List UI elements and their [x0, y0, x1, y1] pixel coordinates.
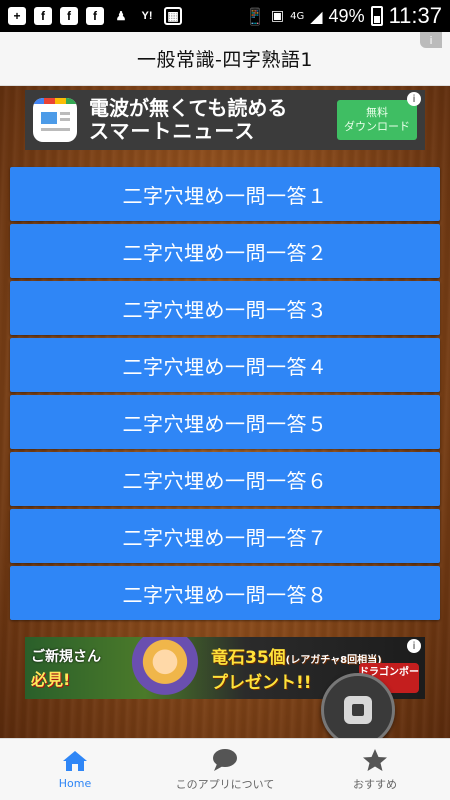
battery-percent: 49%	[328, 5, 365, 26]
facebook-icon: f	[34, 7, 52, 25]
network-type: 4G	[290, 10, 305, 22]
ad-character-image	[125, 637, 205, 699]
nav-recommend-label: おすすめ	[353, 777, 397, 791]
ad-info-icon[interactable]: i	[407, 92, 421, 106]
quiz-button-7[interactable]: 二字穴埋め一問一答７	[10, 509, 440, 563]
quiz-button-2[interactable]: 二字穴埋め一問一答２	[10, 224, 440, 278]
ad-tag-new-user: ご新規さん	[31, 649, 101, 665]
quiz-button-4[interactable]: 二字穴埋め一問一答４	[10, 338, 440, 392]
nav-home-label: Home	[58, 777, 92, 790]
yahoo-icon: Y!	[141, 10, 153, 22]
ad-reward: 竜石35個	[211, 648, 286, 668]
quiz-button-6[interactable]: 二字穴埋め一問一答６	[10, 452, 440, 506]
nav-home[interactable]: Home	[0, 739, 150, 800]
ad-tag-must-see: 必見!	[31, 670, 71, 689]
ad-cta-line1: 無料	[366, 105, 388, 119]
calculator-icon: ▦	[164, 7, 182, 25]
ad-promo-tag: ご新規さん 必見!	[25, 637, 125, 699]
battery-icon	[370, 6, 383, 26]
quiz-button-8[interactable]: 二字穴埋め一問一答８	[10, 566, 440, 620]
quiz-button-5[interactable]: 二字穴埋め一問一答５	[10, 395, 440, 449]
page-title: 一般常識-四字熟語1	[137, 49, 313, 71]
info-icon[interactable]: i	[420, 32, 442, 48]
facebook-icon: f	[86, 7, 104, 25]
vibrate-icon: 📱	[244, 6, 265, 26]
star-icon	[362, 748, 388, 772]
stop-icon	[344, 696, 372, 724]
title-bar: 一般常識-四字熟語1 i	[0, 32, 450, 86]
clock: 11:37	[388, 3, 442, 28]
ad-banner-top[interactable]: 電波が無くても読める スマートニュース 無料 ダウンロード i	[25, 90, 425, 150]
ad-app-name: スマートニュース	[89, 119, 256, 143]
photo-icon: ▣	[270, 8, 285, 24]
ad-text: 電波が無くても読める スマートニュース	[89, 97, 287, 143]
quiz-button-1[interactable]: 二字穴埋め一問一答１	[10, 167, 440, 221]
ad-headline: 電波が無くても読める	[89, 96, 288, 120]
status-bar: + f f f ♟ Y! ▦ 📱 ▣ 4G ◢ 49% 11:37	[0, 0, 450, 32]
bottom-nav: Home このアプリについて おすすめ	[0, 738, 450, 800]
home-icon	[62, 749, 88, 773]
nav-about-label: このアプリについて	[175, 777, 275, 791]
nav-about[interactable]: このアプリについて	[150, 739, 300, 800]
chat-bubble-icon	[211, 748, 239, 772]
quiz-button-3[interactable]: 二字穴埋め一問一答３	[10, 281, 440, 335]
ad-cta-line2: ダウンロード	[344, 120, 410, 133]
smartnews-app-icon	[33, 98, 77, 142]
floating-stop-button[interactable]	[321, 673, 395, 747]
system-indicators: 📱 ▣ 4G ◢ 49% 11:37	[245, 3, 442, 29]
ad-info-icon[interactable]: i	[407, 639, 421, 653]
signal-icon: ◢	[310, 6, 323, 26]
plus-icon: +	[8, 7, 26, 25]
person-icon: ♟	[115, 9, 127, 23]
ad-download-button[interactable]: 無料 ダウンロード	[337, 100, 417, 140]
facebook-icon: f	[60, 7, 78, 25]
nav-recommend[interactable]: おすすめ	[300, 739, 450, 800]
notification-icons: + f f f ♟ Y! ▦	[8, 7, 182, 25]
